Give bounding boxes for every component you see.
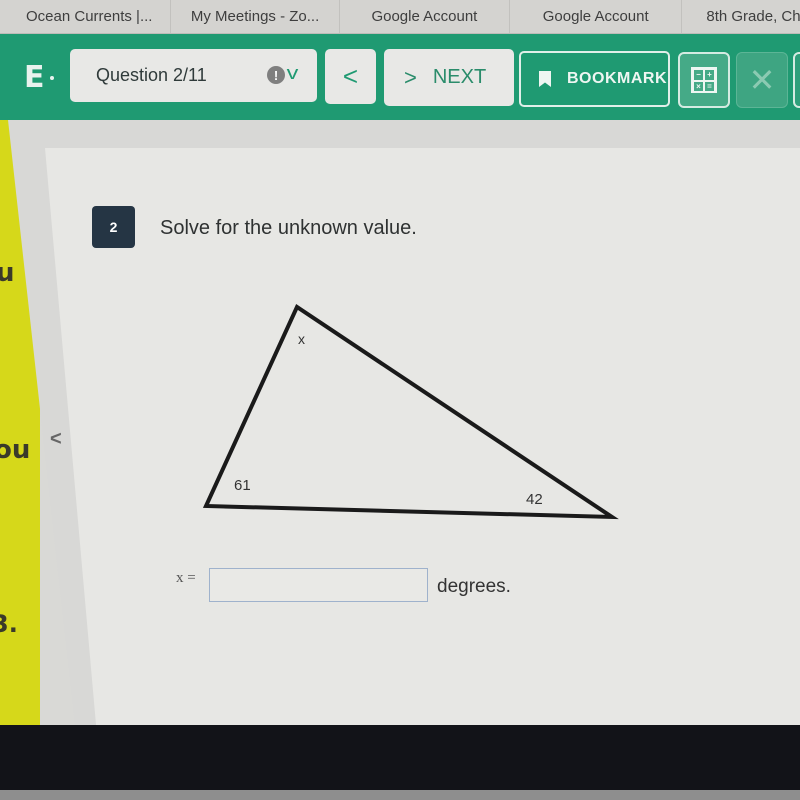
screen-bezel-edge (0, 790, 800, 800)
answer-variable-label: x = (176, 570, 196, 586)
angle-label-bottom-right: 42 (526, 491, 543, 508)
answer-unit-label: degrees. (437, 576, 511, 597)
triangle-shape (202, 304, 619, 520)
angle-label-bottom-left: 61 (234, 477, 251, 494)
answer-input[interactable] (209, 568, 428, 602)
triangle-diagram (202, 304, 619, 520)
angle-label-unknown: x (298, 331, 305, 347)
screen-bezel (0, 725, 800, 800)
